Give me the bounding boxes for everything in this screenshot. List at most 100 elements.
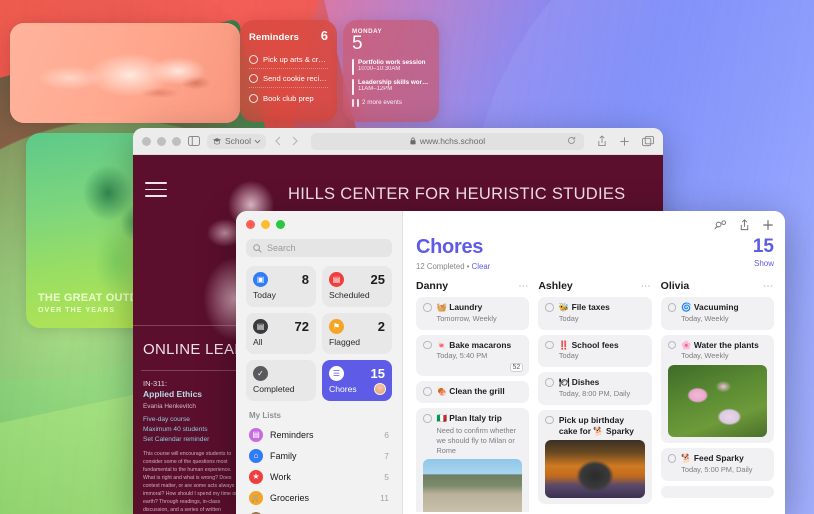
safari-traffic-lights[interactable]	[142, 136, 181, 146]
column-more-icon[interactable]: ⋯	[641, 281, 652, 292]
show-completed-button[interactable]: Show	[753, 259, 774, 268]
calendar-widget[interactable]: MONDAY 5 Portfolio work session 10:00–10…	[343, 20, 439, 122]
smart-list-count: 8	[301, 272, 309, 287]
table-row[interactable]	[660, 485, 774, 498]
table-row[interactable]: 🍬 Bake macarons Today, 5:40 PM 52	[416, 334, 530, 377]
table-row[interactable]: 🍖 Clean the grill	[416, 381, 530, 404]
task-subtitle: Today, 5:40 PM	[436, 351, 488, 361]
add-reminder-icon[interactable]	[762, 219, 774, 231]
clear-button[interactable]: Clear	[472, 262, 491, 271]
smart-list-scheduled[interactable]: ▤ 25 Scheduled	[322, 266, 392, 307]
reminders-toolbar[interactable]	[416, 219, 774, 231]
task-checkbox[interactable]	[423, 414, 432, 423]
column-title: Ashley	[538, 280, 573, 292]
maximize-button[interactable]	[276, 220, 285, 229]
table-row[interactable]: 🌸 Water the plants Today, Weekly	[660, 334, 774, 444]
task-checkbox[interactable]	[423, 387, 432, 396]
task-checkbox[interactable]	[423, 340, 432, 350]
share-list-icon[interactable]	[714, 219, 727, 230]
task-checkbox[interactable]	[423, 303, 432, 312]
course-meta-line-3[interactable]: Set Calendar reminder	[143, 435, 245, 445]
smart-list-label: Flagged	[329, 337, 361, 347]
menu-icon[interactable]	[145, 182, 167, 202]
table-row[interactable]: ‼️ School fees Today	[538, 334, 652, 368]
task-attachment-image[interactable]	[667, 365, 767, 438]
reload-icon[interactable]	[567, 136, 576, 147]
column-more-icon[interactable]: ⋯	[763, 281, 774, 292]
reminders-widget-item[interactable]: Book club prep	[249, 88, 328, 107]
new-tab-icon	[620, 136, 629, 146]
course-description: This course will encourage students to c…	[143, 450, 238, 514]
circle-icon[interactable]	[249, 93, 258, 103]
home-icon: ⌂	[249, 448, 263, 463]
circle-icon[interactable]	[249, 54, 258, 64]
reminders-traffic-lights[interactable]	[246, 220, 392, 229]
reminders-widget-item-label: Pick up arts & cr…	[263, 54, 326, 64]
smart-list-today[interactable]: ▣ 8 Today	[246, 266, 316, 307]
task-subtitle: Today, Weekly	[681, 351, 729, 361]
smart-list-all[interactable]: ▤ 72 All	[246, 313, 316, 354]
reminders-widget-header: Reminders 6	[249, 28, 328, 43]
table-row[interactable]: 🐕 Feed Sparky Today, 5:00 PM, Daily	[660, 448, 774, 481]
table-row[interactable]: 🌀 Vacuuming Today, Weekly	[660, 297, 774, 330]
scheduled-icon: ▤	[329, 272, 344, 287]
smart-list-completed[interactable]: ✓ Completed	[246, 360, 316, 401]
table-row[interactable]: 🇮🇹 Plan Italy trip Need to confirm wheth…	[416, 408, 530, 512]
safari-navigation[interactable]	[275, 136, 298, 146]
sidebar-toggle-icon[interactable]	[188, 136, 200, 146]
task-attachment-image[interactable]	[423, 459, 523, 512]
smart-list-label: Completed	[253, 384, 295, 394]
minimize-button[interactable]	[261, 220, 270, 229]
list-item-reminders[interactable]: ▤ Reminders 6	[246, 424, 392, 445]
column-more-icon[interactable]: ⋯	[518, 281, 529, 292]
close-button[interactable]	[142, 136, 151, 146]
list-item-camping-trip[interactable]: ⛰ Camping Trip 4	[246, 508, 392, 514]
circle-icon[interactable]	[249, 74, 258, 83]
reminders-header-right: 15 Show	[753, 237, 774, 268]
table-row[interactable]: Pick up birthday cake for 🐕 Sparky	[538, 409, 652, 505]
reminders-widget-title: Reminders	[249, 32, 300, 43]
safari-profile-button[interactable]: School	[207, 133, 266, 149]
reminders-widget[interactable]: Reminders 6 Pick up arts & cr… Send cook…	[240, 20, 337, 122]
calendar-event[interactable]: Leadership skills wor… 11AM–12PM	[352, 78, 431, 95]
table-row[interactable]: 🧺 Laundry Tomorrow, Weekly	[416, 297, 530, 330]
minimize-button[interactable]	[157, 136, 166, 146]
task-checkbox[interactable]	[545, 378, 554, 387]
list-item-family[interactable]: ⌂ Family 7	[246, 445, 392, 466]
task-checkbox[interactable]	[667, 340, 677, 350]
task-checkbox[interactable]	[667, 454, 677, 463]
check-icon: ✓	[253, 366, 268, 381]
list-item-groceries[interactable]: 🛒 Groceries 11	[246, 487, 392, 508]
list-item-work[interactable]: ★ Work 5	[246, 466, 392, 487]
maximize-button[interactable]	[172, 136, 181, 146]
search-input[interactable]: Search	[246, 239, 392, 257]
share-icon[interactable]	[739, 219, 750, 231]
event-color-bar	[357, 98, 359, 107]
forward-icon	[292, 136, 298, 146]
task-checkbox[interactable]	[545, 415, 554, 425]
task-checkbox[interactable]	[667, 303, 677, 312]
smart-list-label: Scheduled	[329, 290, 370, 300]
task-checkbox[interactable]	[545, 303, 554, 312]
task-checkbox[interactable]	[545, 340, 554, 350]
table-row[interactable]: 🐝 File taxes Today	[538, 297, 652, 330]
smart-list-chores[interactable]: ☰ 15 Chores	[322, 360, 392, 401]
course-meta-line-2: Maximum 40 students	[143, 426, 208, 434]
task-attachment-image[interactable]	[545, 440, 645, 499]
status-badge: 52	[509, 363, 524, 373]
table-row[interactable]: 🍽 Dishes Today, 8:00 PM, Daily	[538, 372, 652, 405]
photos-widget[interactable]	[10, 23, 240, 123]
reminders-window[interactable]: Search ▣ 8 Today ▤ 25 Scheduled ▤ 72 All…	[236, 211, 785, 514]
smart-list-flagged[interactable]: ⚑ 2 Flagged	[322, 313, 392, 354]
calendar-more-events[interactable]: 2 more events	[352, 98, 431, 107]
column-header: Olivia ⋯	[661, 280, 774, 292]
safari-address-bar[interactable]: www.hchs.school	[311, 132, 584, 150]
course-code: IN-311:	[143, 379, 168, 388]
safari-toolbar-actions[interactable]	[597, 135, 654, 147]
tab-overview-icon	[642, 135, 654, 146]
reminders-widget-item[interactable]: Pick up arts & cr…	[249, 49, 328, 69]
close-button[interactable]	[246, 220, 255, 229]
calendar-event[interactable]: Portfolio work session 10:00–10:30AM	[352, 58, 431, 75]
reminders-widget-item[interactable]: Send cookie reci…	[249, 69, 328, 88]
reminders-list-icon: ▤	[249, 427, 263, 442]
